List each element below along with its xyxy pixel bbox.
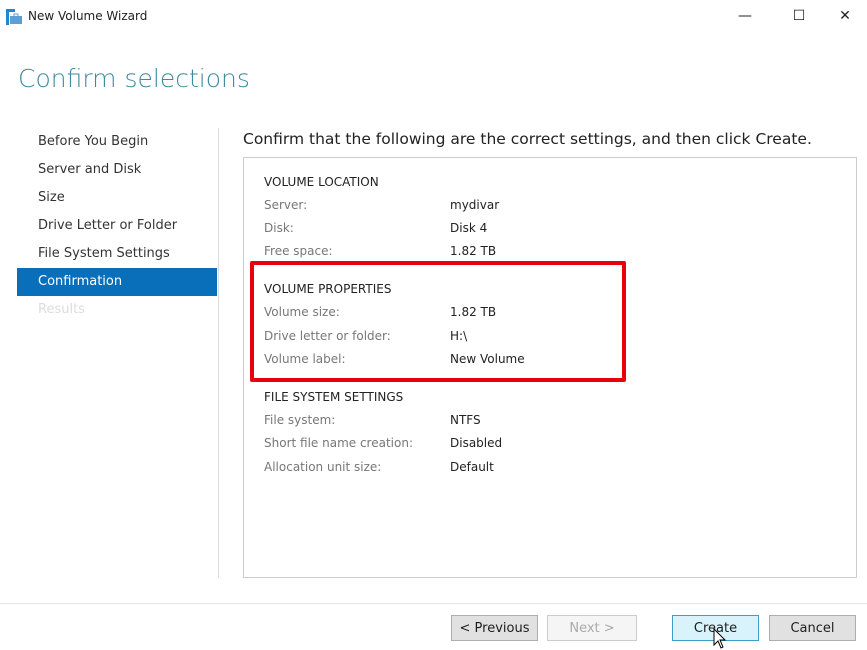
maximize-button[interactable]: ☐ <box>776 0 822 32</box>
row-label: Disk: <box>264 221 294 235</box>
row-value: Disabled <box>450 436 503 450</box>
mouse-cursor-icon <box>713 628 727 649</box>
next-button: Next > <box>547 615 637 641</box>
row-label: Short file name creation: <box>264 436 413 450</box>
nav-item-server-and-disk[interactable]: Server and Disk <box>38 162 141 177</box>
row-label: Server: <box>264 198 308 212</box>
nav-item-file-system-settings[interactable]: File System Settings <box>38 246 170 261</box>
row-label: File system: <box>264 413 336 427</box>
row-value: NTFS <box>450 413 481 427</box>
nav-item-size[interactable]: Size <box>38 190 65 205</box>
footer-divider <box>0 603 867 604</box>
window-title: New Volume Wizard <box>28 9 148 23</box>
confirm-heading: Confirm that the following are the corre… <box>243 130 812 148</box>
row-label: Allocation unit size: <box>264 460 382 474</box>
page-title: Confirm selections <box>18 64 250 93</box>
title-bar: New Volume Wizard — ☐ ✕ <box>0 0 867 34</box>
row-label: Free space: <box>264 244 333 258</box>
minimize-button[interactable]: — <box>722 0 768 32</box>
row-value: Default <box>450 460 494 474</box>
nav-item-results: Results <box>38 302 85 317</box>
nav-item-confirmation[interactable]: Confirmation <box>38 274 122 289</box>
divider <box>218 128 219 578</box>
row-value: mydivar <box>450 198 500 212</box>
close-button[interactable]: ✕ <box>822 0 867 32</box>
previous-button[interactable]: < Previous <box>451 615 538 641</box>
row-value: 1.82 TB <box>450 244 497 258</box>
highlight-annotation-box <box>250 261 626 382</box>
row-value: Disk 4 <box>450 221 488 235</box>
nav-item-before-you-begin[interactable]: Before You Begin <box>38 134 148 149</box>
wizard-app-icon <box>6 9 22 25</box>
section-title: FILE SYSTEM SETTINGS <box>264 390 404 404</box>
nav-item-drive-letter[interactable]: Drive Letter or Folder <box>38 218 177 233</box>
cancel-button[interactable]: Cancel <box>769 615 856 641</box>
section-title: VOLUME LOCATION <box>264 175 379 189</box>
